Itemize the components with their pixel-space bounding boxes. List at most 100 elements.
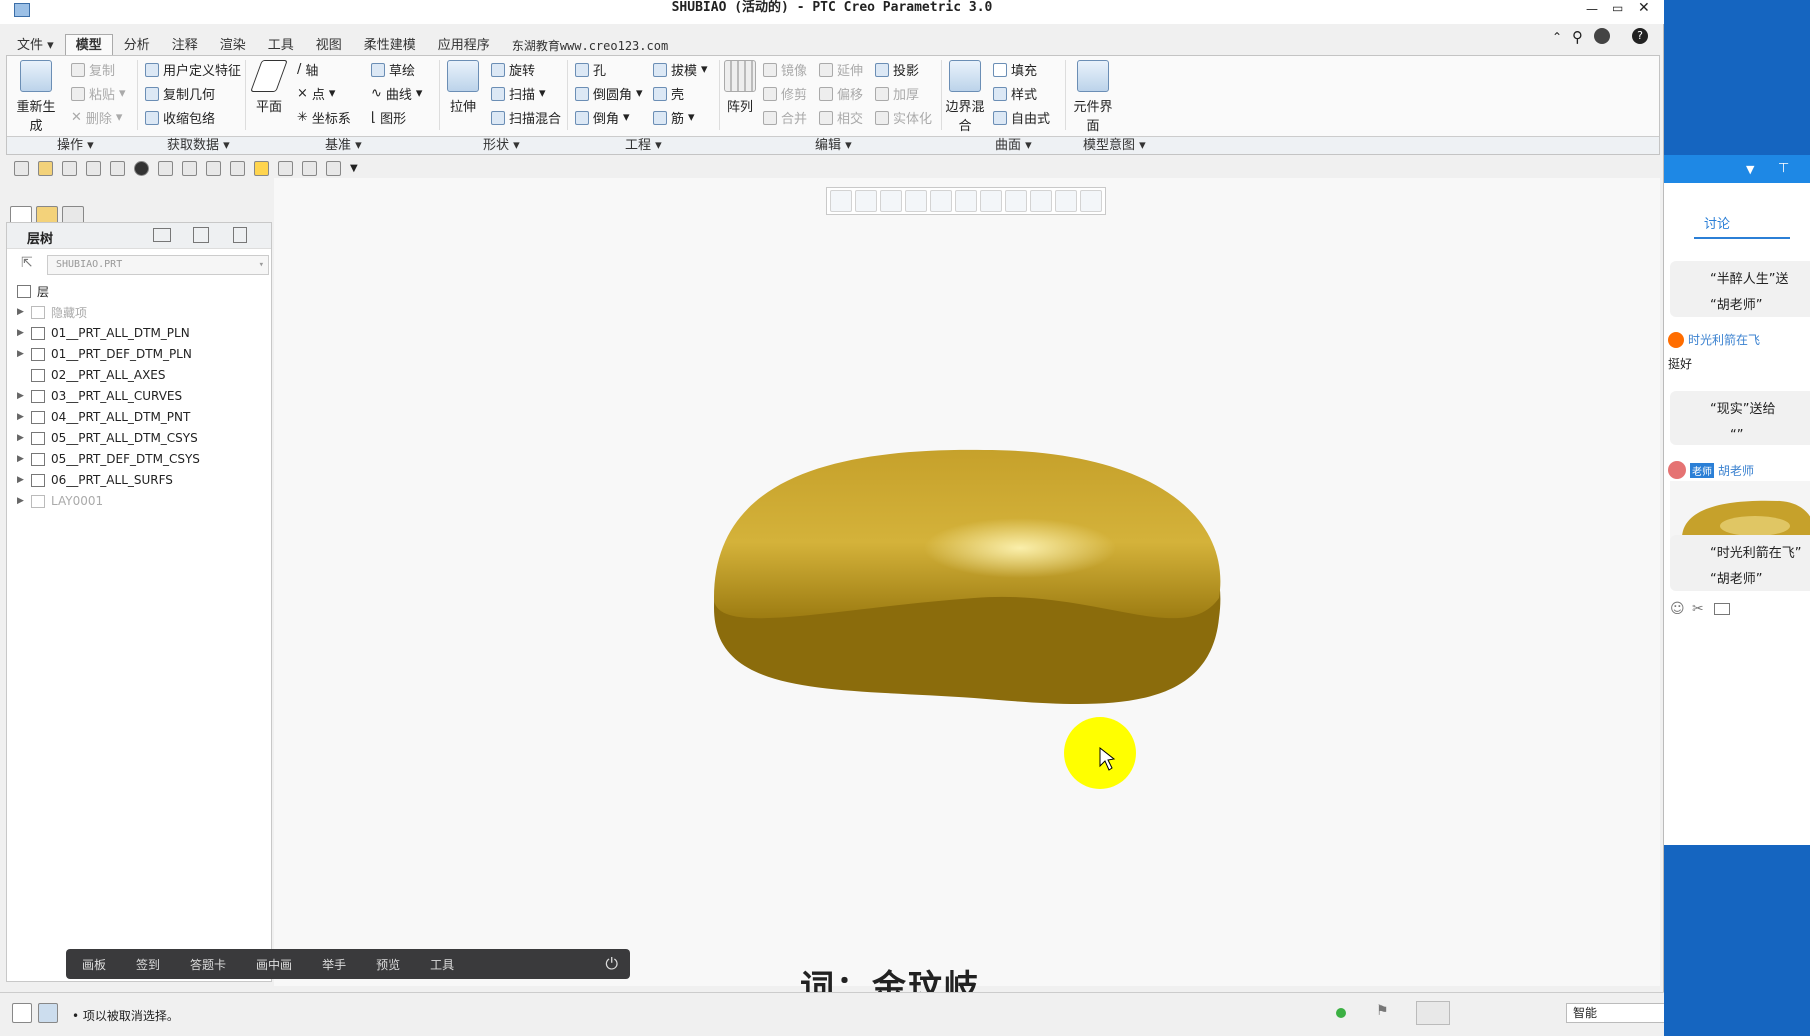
pin-icon[interactable]: ⊤ [1778, 161, 1789, 176]
browser-toggle-icon[interactable] [38, 1003, 58, 1023]
tree-item[interactable]: ▶ 03__PRT_ALL_CURVES [17, 386, 182, 406]
group-operations[interactable]: 操作 ▾ [57, 137, 94, 155]
maximize-button[interactable]: ▭ [1612, 1, 1623, 15]
saved-views-icon[interactable] [955, 190, 977, 212]
appearance-icon[interactable] [134, 160, 149, 176]
graph-button[interactable]: ⌊ 图形 [371, 108, 406, 127]
customize-qat-icon[interactable]: ▼ [350, 163, 358, 174]
view-manager-icon[interactable] [980, 190, 1002, 212]
zoom-in-icon[interactable] [855, 190, 877, 212]
regenerate-button[interactable]: 重新生成 [11, 60, 61, 134]
offset-button[interactable]: 偏移 [819, 84, 863, 103]
tab-view[interactable]: 视图 [305, 34, 353, 56]
fill-button[interactable]: 填充 [993, 60, 1037, 79]
delete-button[interactable]: ✕ 删除 ▾ [71, 108, 122, 127]
discussion-tab[interactable]: 讨论 [1704, 213, 1730, 232]
tree-item[interactable]: 02__PRT_ALL_AXES [17, 365, 166, 385]
select-arrow-icon[interactable]: ⇱ [21, 255, 33, 271]
nav-toggle-icon[interactable] [12, 1003, 32, 1023]
draft-button[interactable]: 拔模 ▾ [653, 60, 708, 79]
extrude-button[interactable]: 拉伸 [443, 60, 483, 115]
boundary-blend-button[interactable]: 边界混合 [945, 60, 985, 134]
show-icon[interactable] [233, 227, 247, 243]
save-icon[interactable] [62, 160, 77, 176]
display-style-icon[interactable] [930, 190, 952, 212]
tab-file[interactable]: 文件 ▾ [6, 34, 65, 56]
tree-object-selector[interactable]: SHUBIAO.PRT ▾ [47, 255, 269, 275]
find-icon[interactable] [1416, 1001, 1450, 1025]
freeform-button[interactable]: 自由式 [993, 108, 1050, 127]
whiteboard-button[interactable]: 画板 [82, 956, 106, 973]
copy-geom-button[interactable]: 复制几何 [145, 84, 215, 103]
tree-item[interactable]: ▶ 06__PRT_ALL_SURFS [17, 470, 173, 490]
extend-button[interactable]: 延伸 [819, 60, 863, 79]
flag-icon[interactable]: ⚑ [1376, 1003, 1389, 1019]
app-icon[interactable] [14, 3, 30, 17]
csys-button[interactable]: ✳ 坐标系 [297, 108, 351, 127]
solidify-button[interactable]: 实体化 [875, 108, 932, 127]
layer-settings-icon[interactable] [153, 228, 171, 242]
pip-button[interactable]: 画中画 [256, 956, 292, 973]
redo-icon[interactable] [278, 160, 293, 176]
merge-button[interactable]: 合并 [763, 108, 807, 127]
copy-button[interactable]: 复制 [71, 60, 115, 79]
curve-button[interactable]: ∿ 曲线 ▾ [371, 84, 422, 103]
tree-item[interactable]: ▶ 04__PRT_ALL_DTM_PNT [17, 407, 190, 427]
shrinkwrap-button[interactable]: 收缩包络 [145, 108, 215, 127]
group-model-intent[interactable]: 模型意图 ▾ [1083, 137, 1146, 155]
group-shape[interactable]: 形状 ▾ [483, 137, 520, 155]
repaint-icon[interactable] [905, 190, 927, 212]
undo-icon[interactable] [86, 160, 101, 176]
datum-display-icon[interactable] [1030, 190, 1052, 212]
mirror-button[interactable]: 镜像 [763, 60, 807, 79]
point-button[interactable]: × 点 ▾ [297, 84, 335, 103]
regen-icon[interactable] [110, 160, 125, 176]
chat-collapse-icon[interactable]: ▼ [1746, 163, 1754, 176]
scissors-icon[interactable]: ✂ [1692, 601, 1704, 617]
raise-hand-button[interactable]: 举手 [322, 956, 346, 973]
group-edit[interactable]: 编辑 ▾ [815, 137, 852, 155]
open-icon[interactable] [38, 160, 53, 176]
signin-button[interactable]: 签到 [136, 956, 160, 973]
tab-tools[interactable]: 工具 [257, 34, 305, 56]
tab-donghu[interactable]: 东湖教育www.creo123.com [501, 34, 679, 56]
help-icon[interactable]: ? [1632, 28, 1648, 44]
preview-button[interactable]: 预览 [376, 956, 400, 973]
tree-item[interactable]: ▶ 01__PRT_ALL_DTM_PLN [17, 323, 190, 343]
dimension-icon[interactable] [182, 160, 197, 176]
display-icon[interactable] [230, 160, 245, 176]
close-button[interactable]: ✕ [1638, 0, 1650, 16]
tab-render[interactable]: 渲染 [209, 34, 257, 56]
annotation-display-icon[interactable] [1055, 190, 1077, 212]
tab-annotate[interactable]: 注释 [161, 34, 209, 56]
tab-analysis[interactable]: 分析 [113, 34, 161, 56]
window-icon[interactable] [302, 160, 317, 176]
power-icon[interactable]: ⏻ [605, 954, 618, 974]
axis-button[interactable]: / 轴 [297, 60, 318, 79]
rib-button[interactable]: 筋 ▾ [653, 108, 695, 127]
group-engineering[interactable]: 工程 ▾ [625, 137, 662, 155]
community-icon[interactable] [1594, 28, 1610, 44]
tree-item[interactable]: ▶ 05__PRT_DEF_DTM_CSYS [17, 449, 200, 469]
group-getdata[interactable]: 获取数据 ▾ [167, 137, 230, 155]
search-icon[interactable]: ⚲ [1572, 28, 1583, 46]
trim-button[interactable]: 修剪 [763, 84, 807, 103]
cube-icon[interactable] [158, 160, 173, 176]
paste-button[interactable]: 粘贴 ▾ [71, 84, 126, 103]
spin-center-icon[interactable] [1080, 190, 1102, 212]
tree-item-hidden[interactable]: ▶ 隐藏项 [17, 302, 87, 322]
component-interface-button[interactable]: 元件界面 [1073, 60, 1113, 134]
thicken-button[interactable]: 加厚 [875, 84, 919, 103]
scene-icon[interactable] [254, 160, 269, 176]
image-icon[interactable] [1714, 603, 1730, 615]
perspective-icon[interactable] [1005, 190, 1027, 212]
new-icon[interactable] [14, 160, 29, 176]
answer-card-button[interactable]: 答题卡 [190, 956, 226, 973]
tree-filter-icon[interactable] [193, 227, 209, 243]
chamfer-button[interactable]: 倒角 ▾ [575, 108, 630, 127]
tree-item[interactable]: ▶ 05__PRT_ALL_DTM_CSYS [17, 428, 198, 448]
hole-button[interactable]: 孔 [575, 60, 606, 79]
tab-flexible[interactable]: 柔性建模 [353, 34, 427, 56]
shell-button[interactable]: 壳 [653, 84, 684, 103]
revolve-button[interactable]: 旋转 [491, 60, 535, 79]
